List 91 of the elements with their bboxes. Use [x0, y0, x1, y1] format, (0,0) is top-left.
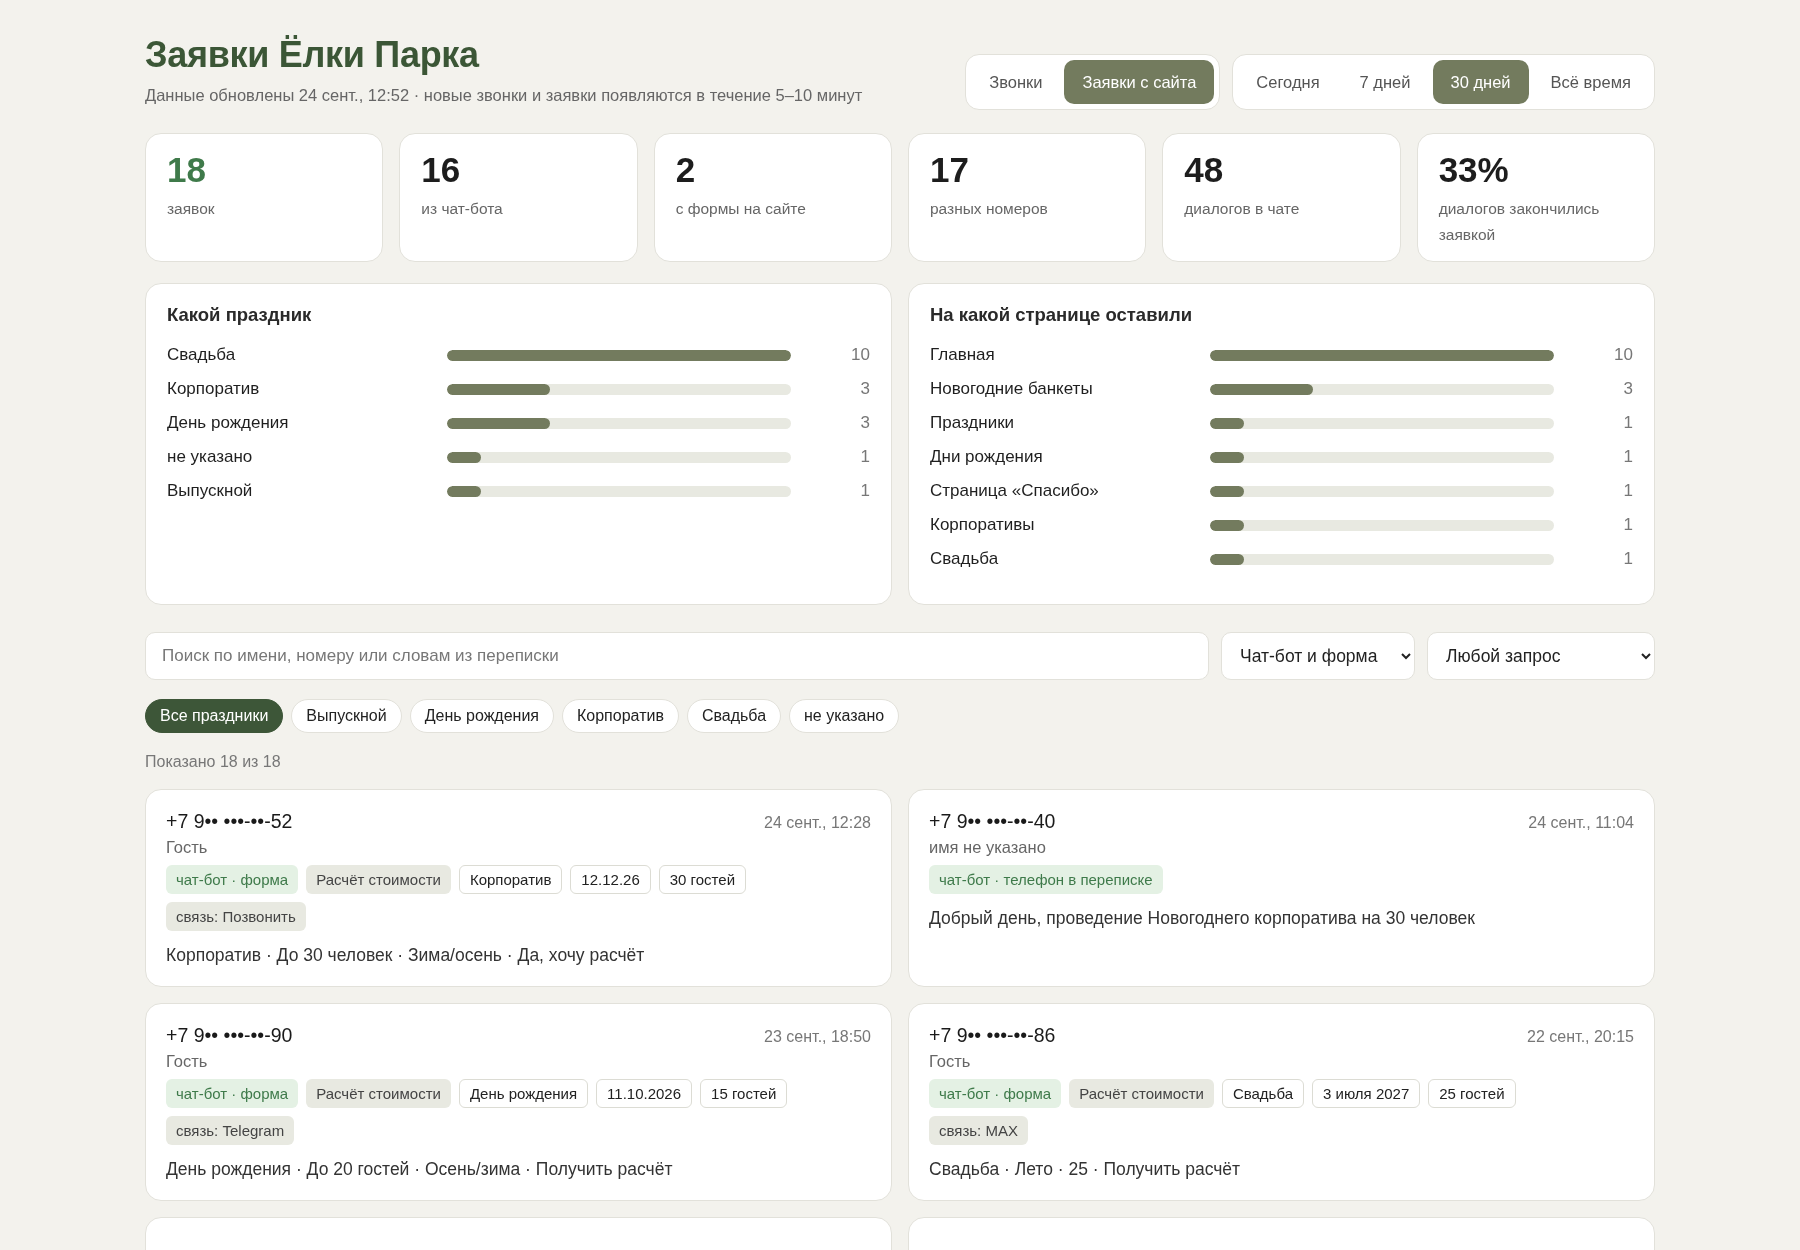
lead-tag: связь: Telegram [166, 1116, 295, 1145]
stat-label: разных номеров [930, 199, 1049, 219]
breakdown-label: Выпускной [167, 481, 254, 501]
breakdown-count: 1 [1622, 515, 1633, 535]
lead-tag: 25 гостей [1428, 1079, 1516, 1108]
period-tab[interactable]: Сегодня [1238, 60, 1338, 104]
stat-value: 48 [1184, 150, 1225, 190]
client-name: Гость [929, 1052, 972, 1071]
lead-time: 23 сент., 18:50 [764, 1028, 871, 1046]
lead-tag: 11.10.2026 [596, 1079, 693, 1108]
lead-summary: Корпоратив · До 30 человек · Зима/осень · Да, хочу расчёт [166, 945, 646, 966]
lead-tag: 30 гостей [658, 865, 746, 894]
breakdown-label: Корпоративы [930, 515, 1036, 535]
lead-tag: чат-бот · телефон в переписке [929, 865, 1163, 894]
stat-label: диалогов в чате [1184, 199, 1301, 219]
filter-chip[interactable]: не указано [789, 699, 900, 733]
breakdown-label: Праздники [930, 413, 1016, 433]
breakdown-count: 3 [859, 379, 870, 399]
client-name: Гость [166, 1052, 209, 1071]
filter-select[interactable]: Чат-бот и форма [1221, 632, 1415, 680]
breakdown-count: 3 [1622, 379, 1633, 399]
stat-value: 2 [675, 150, 697, 190]
lead-tag: Корпоратив [458, 865, 563, 894]
breakdown-count: 3 [859, 413, 870, 433]
breakdown-title: На какой странице оставили [930, 304, 1194, 326]
update-note: Данные обновлены 24 сент., 12:52 · новые звонки и заявки появляются в течение 5–10 минут [145, 86, 863, 105]
filter-select[interactable]: Любой запрос [1427, 632, 1655, 680]
breakdown-count: 1 [1622, 549, 1633, 569]
lead-tag: Свадьба [1221, 1079, 1305, 1108]
lead-summary: Свадьба · Лето · 25 · Получить расчёт [929, 1159, 1242, 1180]
breakdown-count: 1 [1622, 481, 1633, 501]
period-tab[interactable]: Всё время [1532, 60, 1649, 104]
period-tab[interactable]: 30 дней [1432, 60, 1529, 104]
breakdown-title: Какой праздник [167, 304, 313, 326]
filter-chip[interactable]: Корпоратив [562, 699, 679, 733]
breakdown-label: Свадьба [930, 549, 1000, 569]
stat-value: 33% [1438, 150, 1510, 190]
stat-label: с формы на сайте [675, 199, 807, 219]
client-name: Гость [166, 838, 209, 857]
stat-value: 16 [421, 150, 462, 190]
lead-tag: чат-бот · форма [166, 865, 299, 894]
period-tab[interactable]: 7 дней [1341, 60, 1429, 104]
lead-tag: 15 гостей [700, 1079, 788, 1108]
lead-tag: связь: MAX [929, 1116, 1028, 1145]
stat-value: 17 [930, 150, 970, 190]
phone-number: +7 9•• •••-••-40 [929, 810, 1056, 833]
breakdown-count: 10 [850, 345, 870, 365]
breakdown-label: День рождения [167, 413, 290, 433]
breakdown-count: 10 [1613, 345, 1633, 365]
client-name: имя не указано [929, 838, 1047, 857]
mode-tab[interactable]: Звонки [971, 60, 1061, 104]
lead-tag: Расчёт стоимости [306, 1079, 451, 1108]
stat-value: 18 [167, 150, 207, 190]
stat-label: заявок [167, 199, 216, 219]
breakdown-label: Страница «Спасибо» [930, 481, 1100, 501]
lead-tag: 12.12.26 [570, 865, 651, 894]
lead-tag: чат-бот · форма [166, 1079, 299, 1108]
stat-label: диалогов закончились заявкой [1438, 199, 1601, 245]
breakdown-count: 1 [1622, 413, 1633, 433]
breakdown-label: Новогодние банкеты [930, 379, 1094, 399]
breakdown-count: 1 [1622, 447, 1633, 467]
lead-summary: День рождения · До 20 гостей · Осень/зима · Получить расчёт [166, 1159, 674, 1180]
breakdown-count: 1 [859, 447, 870, 467]
filter-chip[interactable]: День рождения [409, 699, 554, 733]
breakdown-label: Дни рождения [930, 447, 1044, 467]
lead-tag: Расчёт стоимости [306, 865, 451, 894]
breakdown-label: Свадьба [167, 345, 237, 365]
lead-tag: чат-бот · форма [929, 1079, 1062, 1108]
lead-tag: 3 июля 2027 [1312, 1079, 1421, 1108]
lead-summary: Добрый день, проведение Новогоднего корпоратива на 30 человек [929, 908, 1476, 929]
lead-tag: День рождения [458, 1079, 589, 1108]
search-field[interactable]: Поиск по имени, номеру или словам из переписки [145, 632, 1209, 680]
filter-chip[interactable]: Выпускной [291, 699, 402, 733]
lead-time: 22 сент., 20:15 [1527, 1028, 1634, 1046]
breakdown-label: не указано [167, 447, 254, 467]
results-count: Показано 18 из 18 [145, 753, 282, 771]
breakdown-count: 1 [859, 481, 870, 501]
phone-number: +7 9•• •••-••-52 [166, 810, 293, 833]
breakdown-label: Корпоратив [167, 379, 261, 399]
mode-tab[interactable]: Заявки с сайта [1064, 60, 1215, 104]
filter-chip[interactable]: Свадьба [686, 699, 782, 733]
lead-tag: связь: Позвонить [166, 902, 306, 931]
stat-label: из чат-бота [421, 199, 504, 219]
breakdown-label: Главная [930, 345, 996, 365]
phone-number: +7 9•• •••-••-86 [929, 1024, 1056, 1047]
lead-time: 24 сент., 12:28 [764, 814, 871, 832]
page-title: Заявки Ёлки Парка [145, 34, 481, 76]
lead-tag: Расчёт стоимости [1069, 1079, 1214, 1108]
filter-chip[interactable]: Все праздники [145, 699, 284, 733]
phone-number: +7 9•• •••-••-90 [166, 1024, 293, 1047]
lead-time: 24 сент., 11:04 [1528, 814, 1634, 832]
